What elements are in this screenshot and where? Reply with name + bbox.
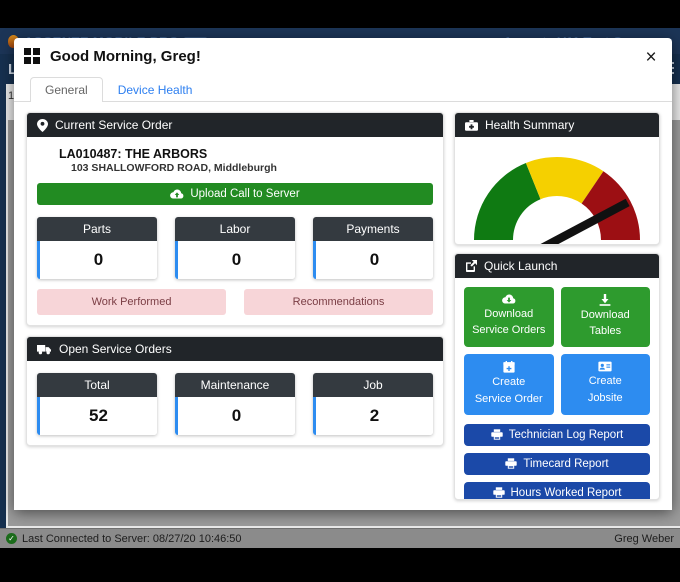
stat-card-labor: Labor 0 (175, 217, 295, 279)
quick-launch-panel: Quick Launch Download Service Orders (454, 253, 660, 500)
button-line-1: Create (492, 376, 525, 390)
health-gauge-wrap (455, 137, 659, 245)
app-left-rail (0, 84, 6, 532)
modal-header: Good Morning, Greg! × (14, 38, 672, 74)
stat-card-maintenance: Maintenance 0 (175, 373, 295, 435)
button-line-2: Jobsite (588, 392, 623, 406)
button-line-2: Service Order (475, 393, 543, 407)
upload-call-button[interactable]: Upload Call to Server (37, 183, 433, 205)
printer-icon (505, 458, 517, 469)
grid-icon (24, 48, 40, 64)
technician-log-report-button[interactable]: Technician Log Report (464, 424, 650, 446)
cloud-upload-icon (170, 189, 184, 200)
stat-value: 52 (37, 397, 157, 435)
current-service-order-panel: Current Service Order LA010487: THE ARBO… (26, 112, 444, 326)
health-summary-title: Health Summary (485, 118, 574, 132)
check-circle-icon: ✓ (6, 533, 17, 544)
stat-label: Job (313, 373, 433, 397)
stat-card-parts: Parts 0 (37, 217, 157, 279)
printer-icon (493, 487, 505, 498)
quick-launch-title: Quick Launch (484, 259, 557, 273)
work-performed-button[interactable]: Work Performed (37, 289, 226, 315)
greeting-modal: Good Morning, Greg! × General Device Hea… (14, 38, 672, 510)
report-label: Technician Log Report (509, 429, 623, 441)
download-icon (599, 294, 611, 306)
report-label: Timecard Report (523, 458, 608, 470)
open-order-stats: Total 52 Maintenance 0 Job 2 (37, 373, 433, 435)
quick-launch-body: Download Service Orders Download Tables (455, 278, 659, 500)
button-line-1: Create (589, 375, 622, 389)
recommendations-button[interactable]: Recommendations (244, 289, 433, 315)
map-pin-icon (37, 119, 48, 132)
quick-launch-header: Quick Launch (455, 254, 659, 278)
stat-value: 0 (175, 241, 295, 279)
open-service-orders-title: Open Service Orders (59, 342, 172, 356)
tab-bar: General Device Health (14, 74, 672, 102)
right-column: Health Summary (454, 112, 660, 500)
timecard-report-button[interactable]: Timecard Report (464, 453, 650, 475)
stat-label: Payments (313, 217, 433, 241)
connection-status: ✓ Last Connected to Server: 08/27/20 10:… (6, 533, 242, 545)
calendar-plus-icon (503, 361, 515, 373)
current-order-stats: Parts 0 Labor 0 Payments 0 (37, 217, 433, 279)
stat-label: Parts (37, 217, 157, 241)
service-order-name: LA010487: THE ARBORS (37, 147, 433, 161)
modal-title: Good Morning, Greg! (50, 48, 201, 65)
id-card-icon (598, 361, 612, 372)
create-service-order-button[interactable]: Create Service Order (464, 354, 554, 415)
stat-label: Maintenance (175, 373, 295, 397)
stat-value: 0 (313, 241, 433, 279)
create-jobsite-button[interactable]: Create Jobsite (561, 354, 651, 415)
current-service-order-body: LA010487: THE ARBORS 103 SHALLOWFORD ROA… (27, 137, 443, 325)
quick-launch-grid: Download Service Orders Download Tables (464, 287, 650, 415)
button-line-2: Service Orders (472, 324, 545, 338)
current-service-order-header: Current Service Order (27, 113, 443, 137)
left-column: Current Service Order LA010487: THE ARBO… (26, 112, 444, 500)
current-order-actions: Work Performed Recommendations (37, 289, 433, 315)
open-service-orders-panel: Open Service Orders Total 52 Maintenance… (26, 336, 444, 446)
medical-kit-icon (465, 120, 478, 131)
upload-call-label: Upload Call to Server (190, 188, 299, 200)
stat-card-job: Job 2 (313, 373, 433, 435)
close-icon[interactable]: × (640, 46, 662, 68)
gauge-segment-good (474, 163, 541, 240)
current-user-label: Greg Weber (614, 533, 674, 545)
cloud-download-icon (502, 294, 516, 305)
button-line-2: Tables (589, 325, 621, 339)
stat-value: 2 (313, 397, 433, 435)
stat-label: Total (37, 373, 157, 397)
download-service-orders-button[interactable]: Download Service Orders (464, 287, 554, 348)
button-line-1: Download (484, 308, 533, 322)
download-tables-button[interactable]: Download Tables (561, 287, 651, 348)
health-summary-header: Health Summary (455, 113, 659, 137)
connection-text: Last Connected to Server: 08/27/20 10:46… (22, 533, 242, 545)
tab-device-health[interactable]: Device Health (103, 77, 208, 102)
gauge-svg (464, 147, 650, 245)
service-order-address: 103 SHALLOWFORD ROAD, Middleburgh (37, 162, 433, 174)
screen: ASCENTE MOBILE PRO PRO Ascente V11 Test … (0, 0, 680, 582)
status-bar: ✓ Last Connected to Server: 08/27/20 10:… (0, 528, 680, 548)
tab-general[interactable]: General (30, 77, 103, 102)
open-service-orders-body: Total 52 Maintenance 0 Job 2 (27, 361, 443, 445)
health-summary-panel: Health Summary (454, 112, 660, 245)
report-label: Hours Worked Report (511, 487, 622, 499)
external-link-icon (465, 260, 477, 272)
open-service-orders-header: Open Service Orders (27, 337, 443, 361)
printer-icon (491, 429, 503, 440)
health-gauge (464, 147, 650, 245)
current-service-order-title: Current Service Order (55, 118, 172, 132)
stat-value: 0 (37, 241, 157, 279)
report-buttons: Technician Log Report Tim (464, 424, 650, 500)
truck-icon (37, 344, 52, 355)
stat-label: Labor (175, 217, 295, 241)
modal-body: Current Service Order LA010487: THE ARBO… (14, 102, 672, 510)
stat-card-payments: Payments 0 (313, 217, 433, 279)
hours-worked-report-button[interactable]: Hours Worked Report (464, 482, 650, 500)
button-line-1: Download (581, 309, 630, 323)
stat-value: 0 (175, 397, 295, 435)
stat-card-total: Total 52 (37, 373, 157, 435)
